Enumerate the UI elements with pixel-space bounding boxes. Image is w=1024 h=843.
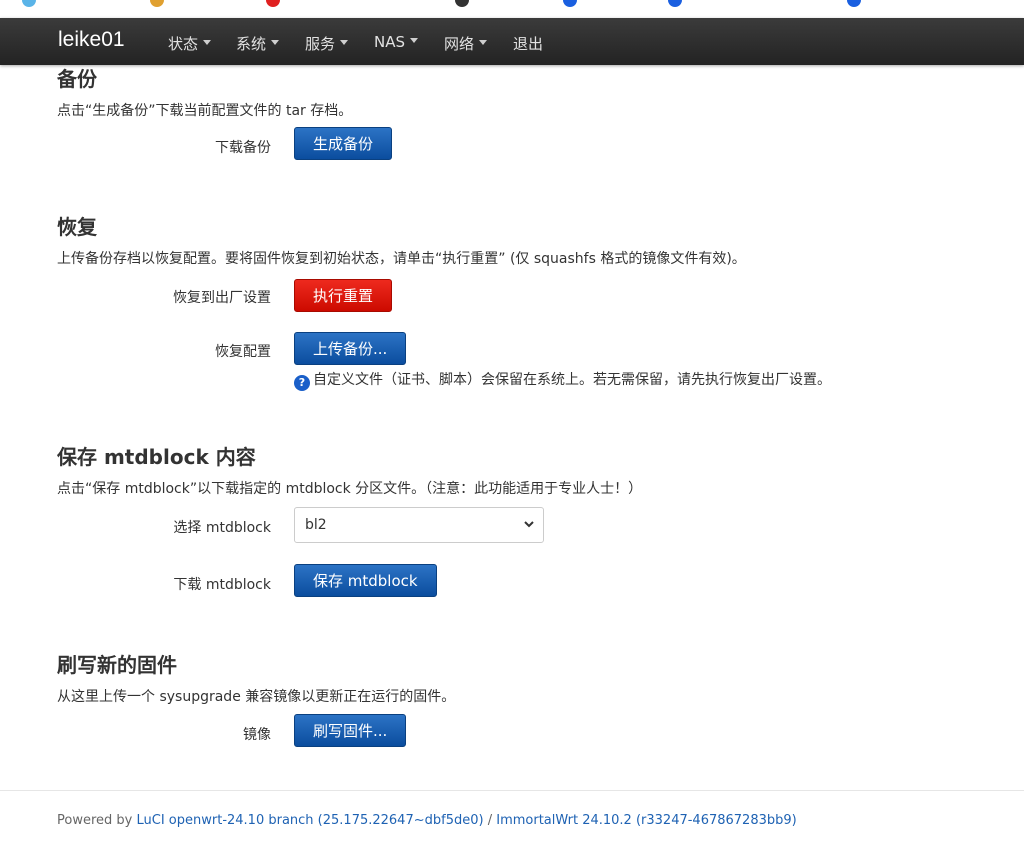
caret-down-icon	[340, 40, 349, 45]
flash-image-label: 镜像	[243, 727, 271, 743]
nav-menu-label: 状态	[168, 35, 199, 53]
main-content: 备份 点击“生成备份”下载当前配置文件的 tar 存档。 下载备份 生成备份 恢…	[0, 65, 1024, 843]
footer-separator: /	[487, 813, 493, 828]
immortalwrt-link[interactable]: ImmortalWrt 24.10.2 (r33247-467867283bb9…	[496, 813, 796, 828]
flash-firmware-button[interactable]: 刷写固件...	[294, 714, 407, 747]
bookmark-icon[interactable]	[455, 0, 469, 7]
mtdblock-select[interactable]: bl2	[294, 507, 544, 543]
backup-description: 点击“生成备份”下载当前配置文件的 tar 存档。	[57, 103, 353, 119]
bookmark-icon[interactable]	[563, 0, 577, 7]
help-text: 自定义文件（证书、脚本）会保留在系统上。若无需保留，请先执行恢复出厂设置。	[313, 372, 831, 388]
footer-divider	[0, 790, 1024, 791]
backup-download-label: 下载备份	[215, 140, 271, 156]
restore-description: 上传备份存档以恢复配置。要将固件恢复到初始状态，请单击“执行重置” (仅 squ…	[57, 251, 746, 267]
generate-backup-button[interactable]: 生成备份	[294, 127, 393, 160]
nav-menu-status[interactable]: 状态	[168, 33, 212, 54]
upload-backup-button[interactable]: 上传备份...	[294, 332, 407, 365]
caret-down-icon	[479, 40, 488, 45]
factory-reset-button[interactable]: 执行重置	[294, 279, 393, 312]
restore-help-text: ? 自定义文件（证书、脚本）会保留在系统上。若无需保留，请先执行恢复出厂设置。	[294, 369, 831, 391]
nav-menu-network[interactable]: 网络	[444, 33, 488, 54]
factory-reset-label: 恢复到出厂设置	[173, 290, 271, 306]
nav-menu-system[interactable]: 系统	[236, 33, 280, 54]
bookmark-icon[interactable]	[150, 0, 164, 7]
chevron-down-icon	[524, 521, 534, 528]
restore-config-label: 恢复配置	[215, 344, 271, 360]
mtdblock-section-title: 保存 mtdblock 内容	[57, 445, 256, 469]
top-navbar: leike01 状态 系统 服务 NAS 网络 退出	[0, 18, 1024, 65]
caret-down-icon	[410, 38, 419, 43]
caret-down-icon	[203, 40, 212, 45]
nav-menu-label: 系统	[236, 35, 267, 53]
caret-down-icon	[271, 40, 280, 45]
nav-menu-label: 网络	[444, 35, 475, 53]
nav-menu-nas[interactable]: NAS	[374, 33, 419, 51]
backup-section-title: 备份	[57, 67, 97, 91]
footer-powered-by: Powered by	[57, 813, 133, 828]
nav-menu-label: 服务	[305, 35, 336, 53]
bookmark-icon[interactable]	[22, 0, 36, 7]
brand-logo[interactable]: leike01	[58, 28, 125, 52]
flash-section-title: 刷写新的固件	[57, 653, 177, 677]
flash-description: 从这里上传一个 sysupgrade 兼容镜像以更新正在运行的固件。	[57, 689, 456, 705]
nav-logout-link[interactable]: 退出	[513, 33, 543, 54]
save-mtdblock-button[interactable]: 保存 mtdblock	[294, 564, 437, 597]
nav-menu-label: NAS	[374, 33, 406, 51]
luci-link[interactable]: LuCI openwrt-24.10 branch (25.175.22647~…	[137, 813, 484, 828]
mtdblock-selected-value: bl2	[305, 517, 327, 533]
bookmarks-bar	[0, 0, 1024, 18]
mtdblock-select-label: 选择 mtdblock	[173, 520, 271, 536]
nav-menu-services[interactable]: 服务	[305, 33, 349, 54]
mtdblock-description: 点击“保存 mtdblock”以下载指定的 mtdblock 分区文件。（注意：…	[57, 481, 643, 497]
question-circle-icon: ?	[294, 375, 310, 391]
footer: Powered by LuCI openwrt-24.10 branch (25…	[57, 813, 797, 828]
bookmark-icon[interactable]	[266, 0, 280, 7]
restore-section-title: 恢复	[57, 215, 97, 239]
bookmark-icon[interactable]	[847, 0, 861, 7]
bookmark-icon[interactable]	[668, 0, 682, 7]
mtdblock-download-label: 下载 mtdblock	[173, 577, 271, 593]
